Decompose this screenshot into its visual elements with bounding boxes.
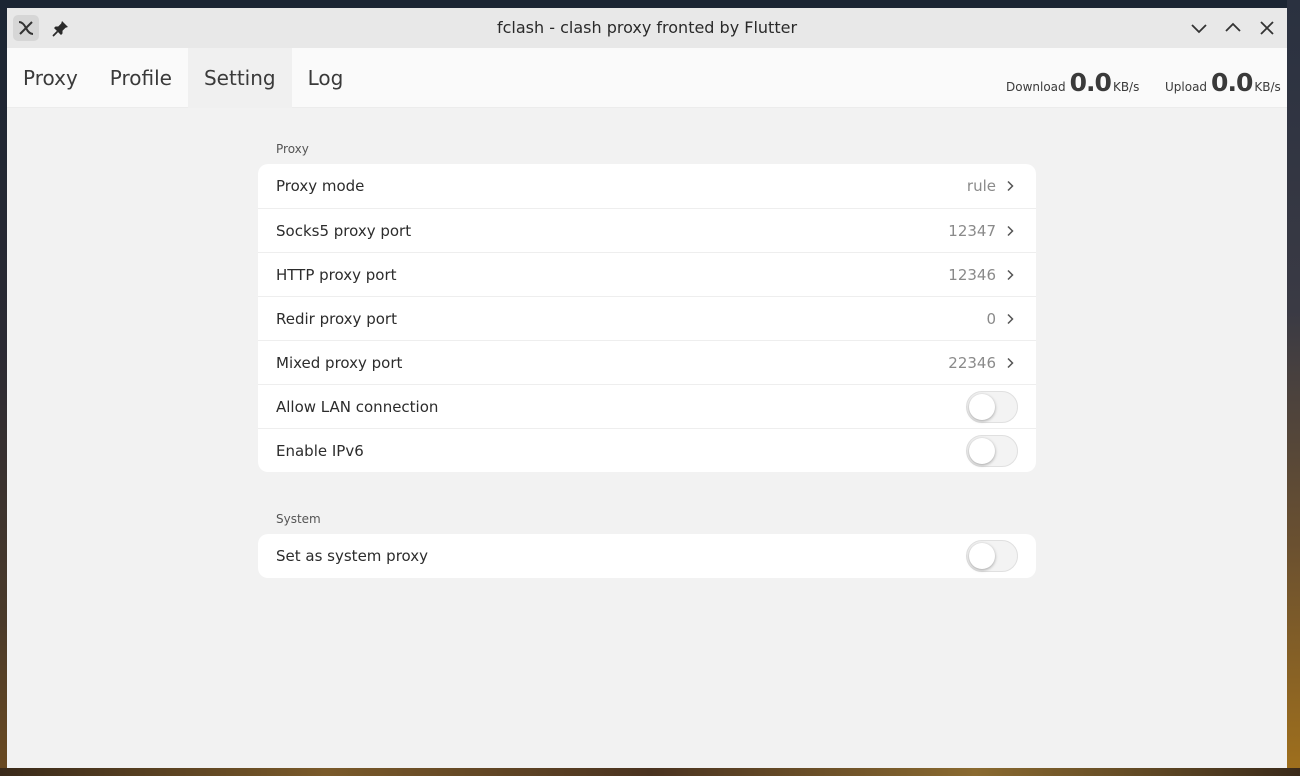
- system-proxy-toggle[interactable]: [966, 540, 1018, 572]
- fclash-logo-icon[interactable]: [13, 15, 39, 41]
- row-value: 12347: [948, 221, 996, 240]
- redir-port-row[interactable]: Redir proxy port 0: [258, 296, 1036, 340]
- tab-proxy[interactable]: Proxy: [7, 48, 94, 108]
- system-settings-card: Set as system proxy: [258, 534, 1036, 578]
- upload-value: 0.0: [1211, 68, 1253, 97]
- upload-label: Upload: [1165, 80, 1208, 94]
- enable-ipv6-toggle[interactable]: [966, 434, 1018, 467]
- row-value: 0: [986, 309, 996, 328]
- tab-bar: Proxy Profile Setting Log: [7, 48, 359, 108]
- row-label: Mixed proxy port: [276, 353, 403, 372]
- download-unit: KB/s: [1112, 80, 1140, 94]
- row-label: Enable IPv6: [276, 441, 364, 460]
- desktop-wallpaper-bottom: [0, 768, 1300, 776]
- toggle-knob: [969, 393, 995, 420]
- chevron-right-icon: [1007, 269, 1014, 280]
- app-bar: Proxy Profile Setting Log Download 0.0 K…: [7, 48, 1287, 108]
- pin-icon[interactable]: [51, 18, 71, 38]
- download-value: 0.0: [1069, 68, 1112, 97]
- row-value: 22346: [948, 353, 996, 372]
- row-label: Proxy mode: [276, 177, 365, 195]
- chevron-down-icon[interactable]: [1189, 18, 1209, 38]
- proxy-settings-card: Proxy mode rule Socks5 proxy port 12347 …: [258, 164, 1036, 472]
- toggle-knob: [969, 437, 995, 464]
- chevron-right-icon: [1007, 313, 1014, 324]
- row-value: 12346: [948, 265, 996, 284]
- window-title: fclash - clash proxy fronted by Flutter: [496, 18, 798, 37]
- chevron-right-icon: [1007, 180, 1014, 192]
- tab-log[interactable]: Log: [292, 48, 360, 108]
- download-speed: Download 0.0 KB/s: [1006, 48, 1139, 108]
- section-title-system: System: [276, 512, 321, 526]
- enable-ipv6-row: Enable IPv6: [258, 428, 1036, 472]
- upload-unit: KB/s: [1254, 80, 1281, 94]
- chevron-up-icon[interactable]: [1223, 18, 1243, 38]
- chevron-right-icon: [1007, 225, 1014, 236]
- title-bar[interactable]: fclash - clash proxy fronted by Flutter: [7, 8, 1287, 48]
- allow-lan-toggle[interactable]: [966, 390, 1018, 423]
- close-icon[interactable]: [1257, 18, 1277, 38]
- mixed-port-row[interactable]: Mixed proxy port 22346: [258, 340, 1036, 384]
- socks5-port-row[interactable]: Socks5 proxy port 12347: [258, 208, 1036, 252]
- settings-page: Proxy Proxy mode rule Socks5 proxy port …: [7, 108, 1287, 768]
- row-label: Socks5 proxy port: [276, 221, 412, 240]
- upload-speed: Upload 0.0 KB/s: [1165, 48, 1281, 108]
- system-proxy-row: Set as system proxy: [258, 534, 1036, 578]
- download-label: Download: [1006, 80, 1066, 94]
- row-label: Set as system proxy: [276, 547, 428, 565]
- row-label: HTTP proxy port: [276, 265, 397, 284]
- tab-setting[interactable]: Setting: [187, 48, 292, 108]
- section-title-proxy: Proxy: [276, 142, 309, 156]
- tab-profile[interactable]: Profile: [94, 48, 188, 108]
- allow-lan-row: Allow LAN connection: [258, 384, 1036, 428]
- chevron-right-icon: [1007, 357, 1014, 368]
- toggle-knob: [969, 543, 995, 569]
- desktop-wallpaper-edge: [1287, 0, 1300, 776]
- row-value: rule: [966, 177, 996, 195]
- app-window: fclash - clash proxy fronted by Flutter …: [7, 8, 1287, 768]
- http-port-row[interactable]: HTTP proxy port 12346: [258, 252, 1036, 296]
- row-label: Redir proxy port: [276, 309, 397, 328]
- proxy-mode-row[interactable]: Proxy mode rule: [258, 164, 1036, 208]
- row-label: Allow LAN connection: [276, 397, 439, 416]
